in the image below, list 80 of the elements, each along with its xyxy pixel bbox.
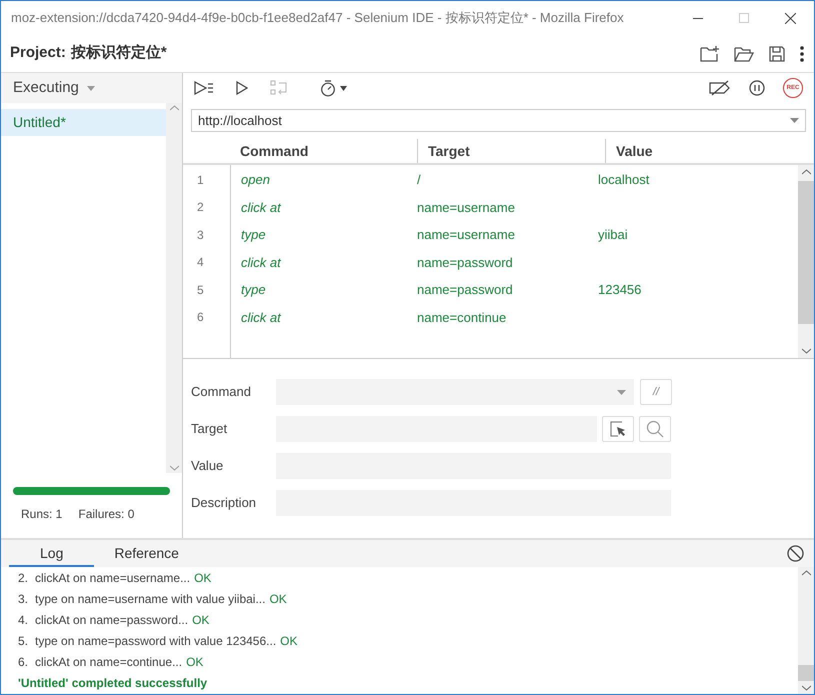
log-message: clickAt on name=password... <box>35 612 188 629</box>
field-label: Command <box>191 383 252 402</box>
field-label: Target <box>191 420 228 438</box>
command-cell: click at <box>241 200 281 214</box>
chevron-up-icon[interactable] <box>802 169 810 175</box>
chevron-down-icon[interactable] <box>802 348 810 354</box>
target-cell: name=password <box>417 282 513 297</box>
target-cell: name=password <box>417 254 513 270</box>
command-cell: click at <box>241 310 281 324</box>
more-icon[interactable] <box>800 46 804 62</box>
scroll-thumb[interactable] <box>798 665 814 681</box>
line-number: 1 <box>196 172 205 189</box>
target-cell: / <box>417 172 421 187</box>
log-message: clickAt on name=username... <box>35 570 190 587</box>
target-cell: name=continue <box>417 310 506 324</box>
entry-number: 2. <box>18 570 30 587</box>
search-button[interactable] <box>639 416 671 442</box>
pause-icon[interactable] <box>749 80 765 96</box>
run-all-icon[interactable] <box>194 81 214 95</box>
disable-breakpoints-icon[interactable] <box>709 80 731 96</box>
entry-number: 5. <box>18 633 30 650</box>
column-header[interactable]: Value <box>616 140 653 162</box>
runs-count: Runs: 1 <box>21 506 62 523</box>
scrollbar[interactable] <box>798 165 814 358</box>
scroll-thumb[interactable] <box>798 181 814 324</box>
play-icon[interactable] <box>236 81 248 95</box>
field-label: Description <box>191 494 258 512</box>
value-cell: localhost <box>598 172 650 187</box>
line-number: 6 <box>196 309 205 326</box>
failures-count: Failures: 0 <box>78 506 134 523</box>
status-text: OK <box>186 654 204 672</box>
value-cell: yiibai <box>598 227 628 242</box>
command-field[interactable] <box>276 379 634 405</box>
entry-number: 4. <box>18 612 30 629</box>
stopwatch-icon[interactable] <box>320 80 336 96</box>
status-text: OK <box>269 590 287 608</box>
speed-dropdown[interactable] <box>320 80 347 96</box>
caret-icon[interactable] <box>340 86 347 90</box>
close-icon[interactable] <box>785 12 796 24</box>
scrollbar[interactable] <box>798 567 814 694</box>
status-text: OK <box>280 633 298 650</box>
target-cell: name=username <box>417 200 515 214</box>
project-label: Project: <box>10 43 66 64</box>
log-message: type on name=password with value 123456... <box>35 633 276 650</box>
log-tab[interactable]: Reference <box>94 542 199 567</box>
chevron-down-icon[interactable] <box>802 685 810 691</box>
chevron-up-icon[interactable] <box>802 570 810 576</box>
value-cell: 123456 <box>598 282 642 297</box>
log-message: type on name=username with value yiibai... <box>35 590 266 608</box>
column-header[interactable]: Command <box>240 140 308 162</box>
clear-icon[interactable] <box>787 545 804 562</box>
line-number: 3 <box>196 226 205 244</box>
project-name[interactable]: 按标识符定位* <box>70 42 167 65</box>
line-number: 5 <box>196 282 205 299</box>
command-cell: click at <box>241 254 281 270</box>
target-cell: name=username <box>417 227 515 242</box>
log-message: clickAt on name=continue... <box>35 654 182 672</box>
entry-number: 3. <box>18 590 30 608</box>
summary-text: 'Untitled' completed successfully <box>18 675 208 692</box>
url-field[interactable]: http://localhost <box>191 109 806 132</box>
search-icon[interactable] <box>646 420 664 438</box>
command-cell: type <box>241 282 266 297</box>
window-title: moz-extension://dcda7420-94d4-4f9e-b0cb-f1ee8ed2af47 - Selenium IDE - 按标识符定位* - Mozilla Firefox <box>11 9 624 28</box>
select-target-button[interactable] <box>602 416 634 442</box>
command-cell: open <box>241 172 270 187</box>
cursor-target-icon[interactable] <box>610 421 626 437</box>
entry-number: 6. <box>18 654 30 672</box>
save-icon[interactable] <box>768 44 786 62</box>
field-label: Value <box>191 457 224 476</box>
status-text: OK <box>192 612 210 629</box>
test-item[interactable]: Untitled* <box>1 109 166 136</box>
command-cell: type <box>241 227 266 242</box>
new-folder-icon[interactable] <box>700 44 720 62</box>
folder-icon[interactable] <box>734 44 754 62</box>
comment-button[interactable]: // <box>640 379 672 405</box>
line-number: 2 <box>196 199 205 216</box>
log-tab[interactable]: Log <box>9 542 94 567</box>
line-number: 4 <box>196 254 205 272</box>
column-header[interactable]: Target <box>428 140 470 162</box>
status-text: OK <box>194 570 212 587</box>
